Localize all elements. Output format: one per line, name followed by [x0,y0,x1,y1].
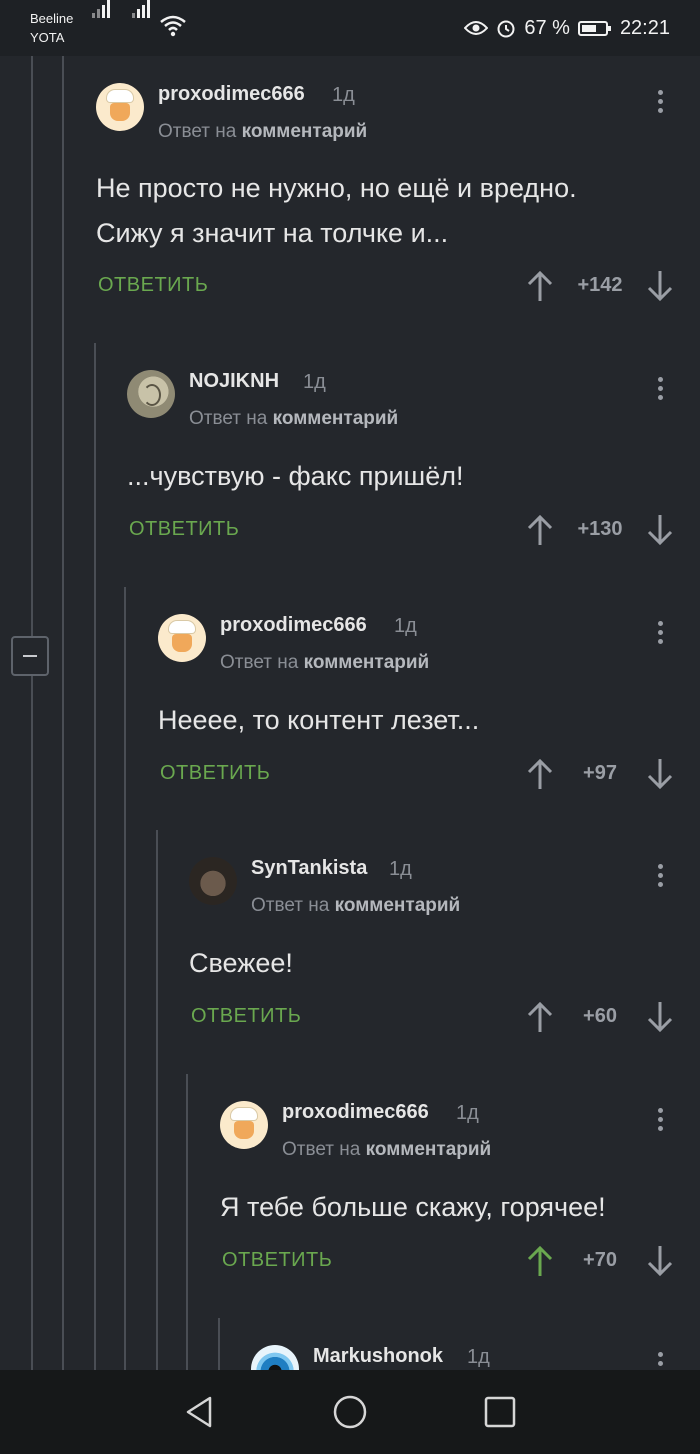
reply-button[interactable]: ОТВЕТИТЬ [129,518,239,541]
back-icon[interactable] [182,1394,218,1430]
more-options-icon[interactable] [658,621,664,648]
thread-line [62,56,64,1370]
upvote-arrow-icon[interactable] [526,513,554,547]
carrier-info: Beeline YOTA [30,9,73,47]
more-options-icon[interactable] [658,1352,664,1370]
downvote-arrow-icon[interactable] [646,1000,674,1034]
battery-icon [577,20,611,36]
chef-avatar[interactable] [220,1101,268,1149]
comment-text: Я тебе больше скажу, горячее! [220,1192,606,1222]
eye-avatar[interactable] [251,1345,299,1370]
more-options-icon[interactable] [658,864,664,891]
comment-time: 1д [389,858,412,880]
comment-score: +60 [583,1005,617,1027]
downvote-arrow-icon[interactable] [646,513,674,547]
collapse-thread-button[interactable] [11,636,49,676]
wifi-icon [160,15,186,37]
thread-line [94,343,96,1370]
comment-author[interactable]: Markushonok [313,1345,443,1368]
eye-comfort-icon [464,21,489,35]
reply-to-link[interactable]: Ответ на комментарий [189,408,398,430]
clock: 22:21 [619,16,670,39]
comment-author[interactable]: proxodimec666 [158,83,305,106]
upvote-arrow-icon[interactable] [526,1000,554,1034]
comment-time: 1д [467,1346,490,1368]
egg-avatar[interactable] [127,370,175,418]
comment: proxodimec666 1д Ответ на комментарий Не… [96,56,700,326]
reply-button[interactable]: ОТВЕТИТЬ [191,1005,301,1028]
comment-score: +130 [577,518,623,540]
thread-line [31,56,33,1370]
comment-author[interactable]: SynTankista [251,857,367,880]
upvote-arrow-icon[interactable] [526,757,554,791]
comment-score: +142 [577,274,623,296]
vote-controls: +130 [526,513,674,547]
reply-to-link[interactable]: Ответ на комментарий [220,652,429,674]
comment-text: Нееее, то контент лезет... [158,705,480,735]
status-bar: Beeline YOTA 67 % 22:21 [0,0,700,56]
more-options-icon[interactable] [658,90,664,117]
tankist-avatar[interactable] [189,857,237,905]
more-options-icon[interactable] [658,377,664,404]
thread-line [156,830,158,1370]
carrier-name-1: Beeline [30,11,74,26]
thread-line [124,587,126,1370]
comment-author[interactable]: proxodimec666 [220,614,367,637]
reply-to-link[interactable]: Ответ на комментарий [282,1139,491,1161]
comment-author[interactable]: proxodimec666 [282,1101,429,1124]
comment: NOJIKNH 1д Ответ на комментарий ...чувст… [127,343,700,575]
comment-score: +70 [583,1249,617,1271]
thread-line [218,1318,220,1370]
recents-icon[interactable] [482,1394,518,1430]
navigation-bar [0,1370,700,1454]
downvote-arrow-icon[interactable] [646,757,674,791]
reply-button[interactable]: ОТВЕТИТЬ [160,762,270,785]
comment-time: 1д [394,615,417,637]
alarm-icon [497,20,515,38]
upvote-arrow-icon[interactable] [526,1244,554,1278]
comment: Markushonok 1д [251,1318,700,1370]
comment-text: Свежее! [189,948,293,978]
status-right: 67 % 22:21 [464,15,670,41]
carrier-name-2: YOTA [30,30,65,45]
vote-controls: +142 [526,269,674,303]
chef-avatar[interactable] [158,614,206,662]
reply-to-link[interactable]: Ответ на комментарий [251,895,460,917]
chef-avatar[interactable] [96,83,144,131]
reply-to-link[interactable]: Ответ на комментарий [158,121,367,143]
more-options-icon[interactable] [658,1108,664,1135]
comment-time: 1д [456,1102,479,1124]
comment-text: ...чувствую - факс пришёл! [127,461,464,491]
comment-text: Не просто не нужно, но ещё и вредно. Сиж… [96,173,577,248]
vote-controls: +60 [526,1000,674,1034]
comment: proxodimec666 1д Ответ на комментарий Не… [158,587,700,819]
comment-author[interactable]: NOJIKNH [189,370,279,393]
vote-controls: +97 [526,757,674,791]
vote-controls: +70 [526,1244,674,1278]
home-icon[interactable] [332,1394,368,1430]
reply-button[interactable]: ОТВЕТИТЬ [222,1249,332,1272]
comment: SynTankista 1д Ответ на комментарий Свеж… [189,830,700,1062]
thread-line [186,1074,188,1370]
battery-percent: 67 % [524,16,570,39]
comment-time: 1д [303,371,326,393]
upvote-arrow-icon[interactable] [526,269,554,303]
comment-time: 1д [332,84,355,106]
downvote-arrow-icon[interactable] [646,269,674,303]
reply-button[interactable]: ОТВЕТИТЬ [98,274,208,297]
comment: proxodimec666 1д Ответ на комментарий Я … [220,1074,700,1306]
downvote-arrow-icon[interactable] [646,1244,674,1278]
comment-score: +97 [583,762,617,784]
